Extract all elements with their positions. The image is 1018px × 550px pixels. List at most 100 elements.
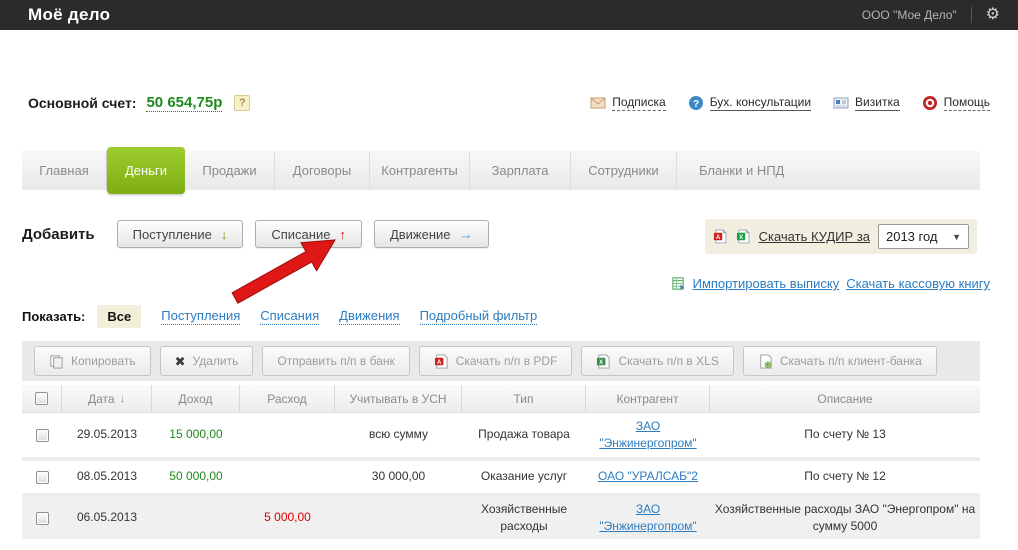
tab-prodazhi[interactable]: Продажи (185, 151, 275, 190)
add-transfer-button[interactable]: Движение → (373, 220, 489, 248)
quick-links: Подписка ? Бух. консультации Визитка Пом… (590, 95, 990, 111)
account-balance[interactable]: 50 654,75р (146, 94, 223, 112)
tab-glavnaya[interactable]: Главная (22, 151, 107, 190)
import-statement-link[interactable]: Импортировать выписку (693, 276, 840, 291)
cell-usn: всю сумму (368, 427, 429, 442)
select-all-cell (22, 385, 62, 412)
table-row[interactable]: 08.05.2013 50 000,00 30 000,00 Оказание … (22, 457, 980, 493)
svg-text:A: A (437, 358, 442, 365)
table-row[interactable]: 29.05.2013 15 000,00 всю сумму Продажа т… (22, 413, 980, 457)
account-label: Основной счет: (28, 95, 137, 111)
tab-dengi[interactable]: Деньги (107, 147, 185, 194)
company-name[interactable]: ООО "Мое Дело" (862, 8, 957, 22)
card-icon (833, 97, 849, 109)
download-xls-button[interactable]: X Скачать п/п в XLS (581, 346, 734, 376)
lifebuoy-icon (922, 96, 937, 110)
header-contractor[interactable]: Контрагент (586, 385, 710, 412)
sort-desc-icon: ↓ (119, 392, 126, 405)
accounting-consult-label: Бух. консультации (709, 95, 812, 111)
gear-icon[interactable]: ⚙ (986, 7, 1000, 23)
kudir-year-select[interactable]: 2013 год ▼ (877, 224, 969, 249)
download-pdf-label: Скачать п/п в PDF (455, 354, 558, 368)
cell-usn: 30 000,00 (371, 469, 426, 484)
cell-income: 15 000,00 (169, 427, 223, 442)
add-income-button[interactable]: Поступление ↓ (116, 220, 244, 248)
arrow-down-icon: ↓ (220, 226, 228, 242)
download-kudir-link[interactable]: Скачать КУДИР за (759, 229, 870, 244)
kudir-year-value: 2013 год (885, 229, 938, 244)
question-bubble-icon: ? (688, 96, 703, 110)
import-statement-icon (672, 277, 684, 291)
filter-transfers[interactable]: Движения (339, 308, 400, 325)
header-income[interactable]: Доход (152, 385, 240, 412)
chevron-down-icon: ▼ (952, 231, 961, 242)
send-to-bank-label: Отправить п/п в банк (277, 354, 395, 368)
contractor-link[interactable]: ЗАО "Энжинергопром" (586, 501, 710, 536)
header-type[interactable]: Тип (462, 385, 586, 412)
arrow-right-icon: → (459, 226, 473, 242)
cell-description: По счету № 12 (804, 469, 886, 484)
copy-label: Копировать (71, 354, 136, 368)
header-description[interactable]: Описание (710, 385, 980, 412)
cell-date: 06.05.2013 (76, 510, 138, 525)
row-checkbox[interactable] (35, 428, 49, 442)
download-xls-label: Скачать п/п в XLS (618, 354, 719, 368)
header-date[interactable]: Дата ↓ (62, 385, 152, 412)
copy-button[interactable]: Копировать (34, 346, 151, 376)
tab-dogovory[interactable]: Договоры (275, 151, 370, 190)
business-card-label: Визитка (855, 95, 900, 111)
cell-description: По счету № 13 (804, 427, 886, 442)
help-label: Помощь (943, 95, 990, 111)
cash-book-link[interactable]: Скачать кассовую книгу (846, 276, 990, 291)
tab-blanki-npd[interactable]: Бланки и НПД (677, 151, 980, 190)
download-pdf-button[interactable]: A Скачать п/п в PDF (418, 346, 573, 376)
header-usn[interactable]: Учитывать в УСН (335, 385, 462, 412)
filter-incomes[interactable]: Поступления (161, 308, 241, 325)
filter-all[interactable]: Все (97, 305, 142, 328)
cell-date: 08.05.2013 (76, 469, 138, 484)
balance-help-icon[interactable]: ? (234, 95, 251, 111)
pdf-icon: A (434, 353, 448, 369)
cell-type: Хозяйственные расходы (480, 501, 568, 533)
cell-date: 29.05.2013 (76, 427, 138, 442)
pdf-file-icon[interactable]: A (713, 229, 728, 244)
help-link[interactable]: Помощь (922, 95, 990, 111)
account-row: Основной счет: 50 654,75р ? Подписка ? Б… (28, 92, 990, 114)
row-checkbox[interactable] (35, 470, 49, 484)
add-section: Добавить Поступление ↓ Списание ↑ Движен… (22, 220, 501, 248)
filter-label: Показать: (22, 309, 86, 324)
cell-type: Продажа товара (478, 427, 570, 442)
delete-icon: ✖ (174, 353, 186, 369)
actions-toolbar: Копировать ✖ Удалить Отправить п/п в бан… (22, 341, 980, 381)
delete-button[interactable]: ✖ Удалить (159, 346, 254, 376)
topbar: Моё дело ООО "Мое Дело" ⚙ (0, 0, 1018, 30)
filter-detailed[interactable]: Подробный фильтр (419, 308, 538, 325)
secondary-links-row: Импортировать выписку Скачать кассовую к… (671, 276, 990, 291)
contractor-link[interactable]: ОАО "УРАЛСАБ"2 (598, 468, 698, 485)
accounting-consult-link[interactable]: ? Бух. консультации (688, 95, 812, 111)
kudir-download-box: A X Скачать КУДИР за 2013 год ▼ (705, 219, 977, 254)
subscription-label: Подписка (612, 95, 666, 111)
download-client-bank-button[interactable]: Скачать п/п клиент-банка (742, 346, 937, 376)
filter-expenses[interactable]: Списания (260, 308, 320, 325)
send-to-bank-button[interactable]: Отправить п/п в банк (262, 346, 410, 376)
subscription-link[interactable]: Подписка (590, 95, 666, 111)
add-expense-button[interactable]: Списание ↑ (255, 220, 362, 248)
download-client-bank-label: Скачать п/п клиент-банка (779, 354, 922, 368)
xls-icon: X (597, 353, 611, 369)
operations-table: Дата ↓ Доход Расход Учитывать в УСН Тип … (22, 385, 980, 539)
excel-file-icon[interactable]: X (736, 229, 751, 244)
table-row[interactable]: 06.05.2013 5 000,00 Хозяйственные расход… (22, 493, 980, 539)
tab-kontragenty[interactable]: Контрагенты (370, 151, 470, 190)
tab-sotrudniki[interactable]: Сотрудники (571, 151, 677, 190)
header-expense[interactable]: Расход (240, 385, 335, 412)
select-all-checkbox[interactable] (35, 392, 48, 405)
business-card-link[interactable]: Визитка (833, 95, 900, 111)
tab-zarplata[interactable]: Зарплата (470, 151, 571, 190)
cell-expense: 5 000,00 (264, 510, 311, 525)
delete-label: Удалить (192, 354, 239, 368)
contractor-link[interactable]: ЗАО "Энжинергопром" (586, 418, 710, 453)
client-bank-file-icon (760, 353, 772, 369)
envelope-icon (590, 97, 606, 109)
row-checkbox[interactable] (35, 511, 49, 525)
